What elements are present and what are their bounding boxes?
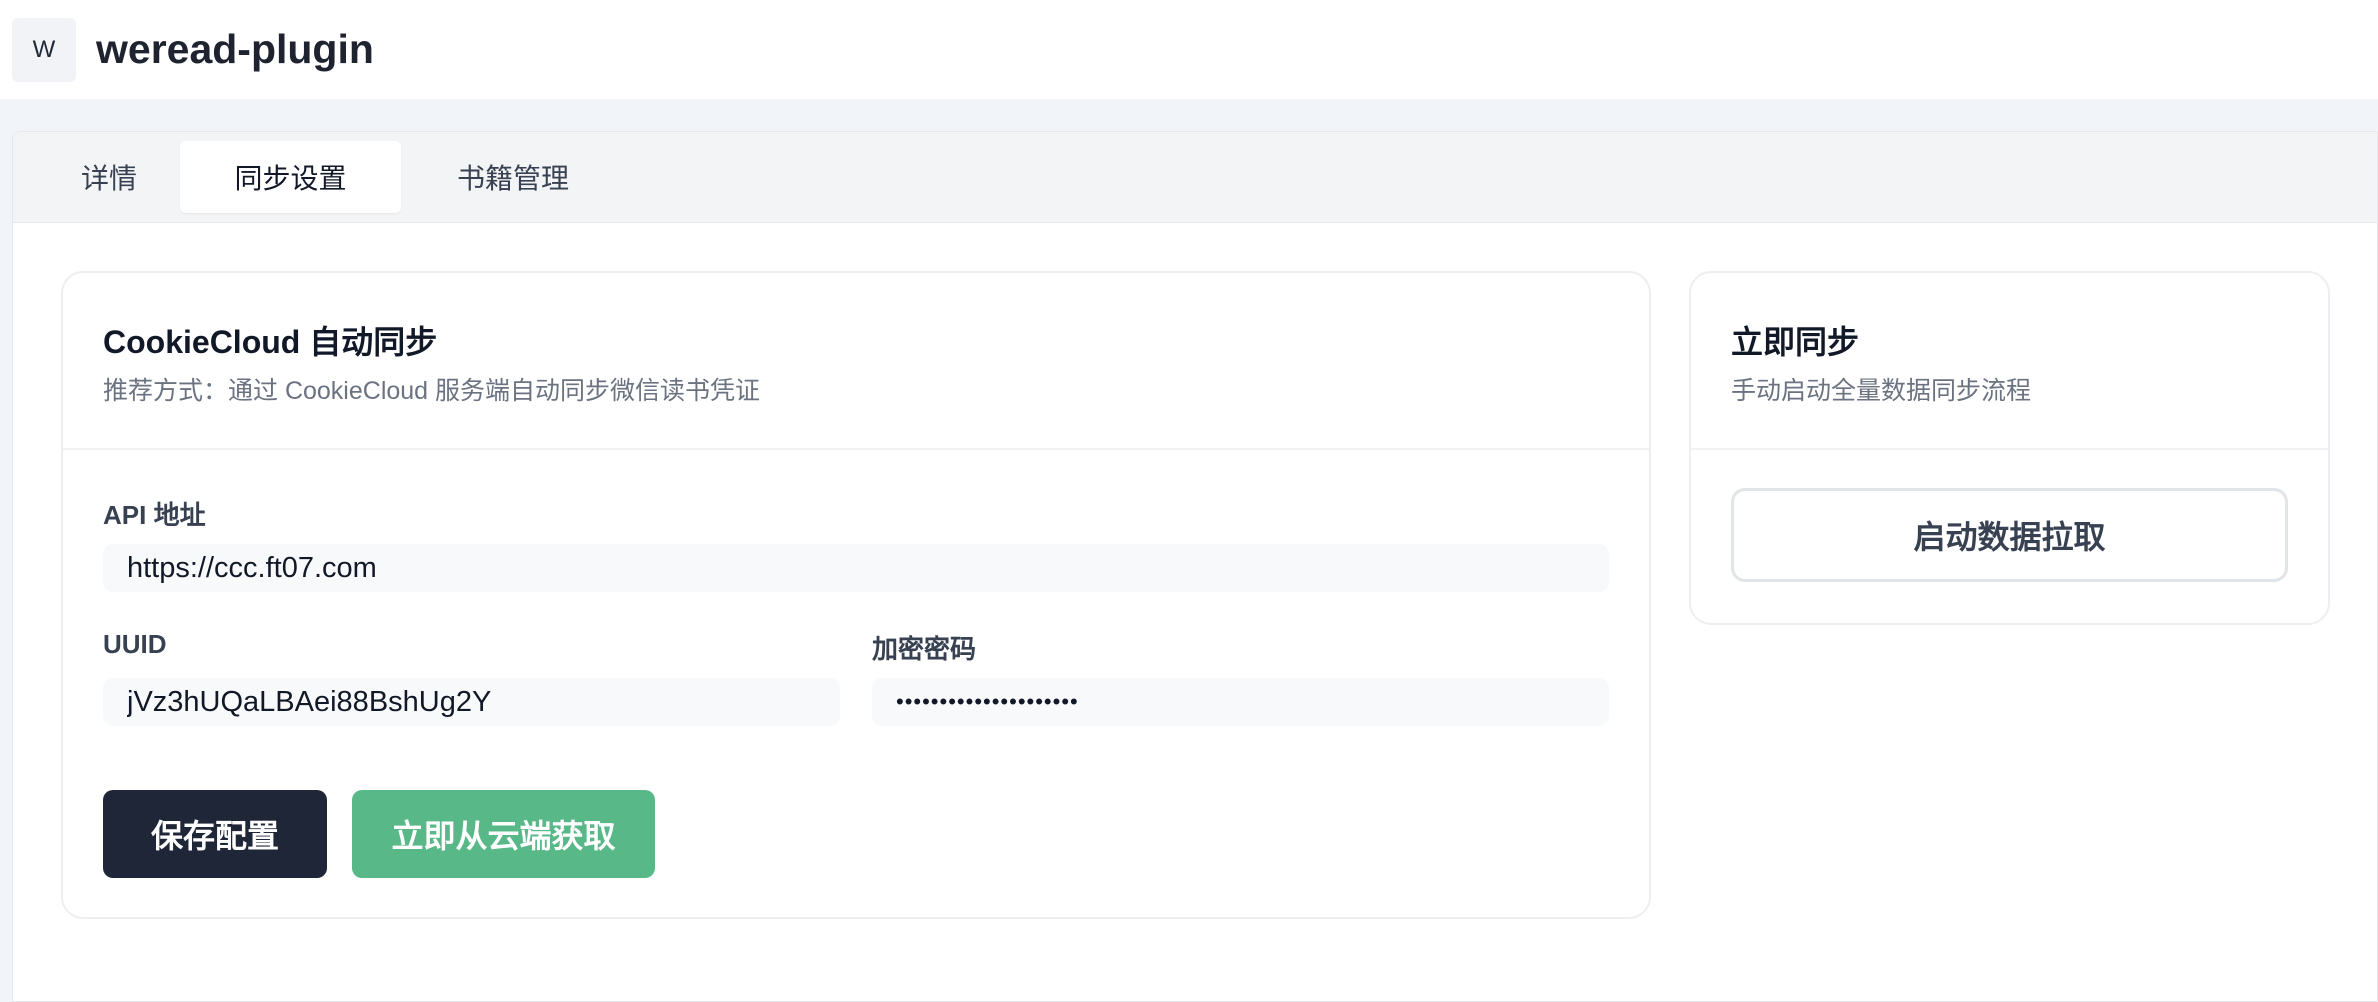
cookiecloud-title: CookieCloud 自动同步 xyxy=(103,324,438,360)
save-config-button[interactable]: 保存配置 xyxy=(103,790,327,878)
sync-now-title: 立即同步 xyxy=(1731,324,1860,360)
card-divider xyxy=(63,448,1649,450)
app-logo: W xyxy=(12,17,76,82)
encryption-password-input[interactable] xyxy=(872,678,1609,726)
cookiecloud-card: CookieCloud 自动同步 推荐方式：通过 CookieCloud 服务端… xyxy=(61,271,1651,919)
uuid-label: UUID xyxy=(103,629,167,659)
tab-sync-settings-label: 同步设置 xyxy=(234,163,347,194)
tab-sync-settings[interactable]: 同步设置 xyxy=(180,141,401,213)
api-address-input[interactable] xyxy=(103,544,1609,592)
main-panel: 详情 同步设置 书籍管理 CookieCloud 自动同步 推荐方式：通过 Co… xyxy=(12,131,2378,1002)
app-logo-letter: W xyxy=(32,35,56,63)
cookiecloud-subtitle: 推荐方式：通过 CookieCloud 服务端自动同步微信读书凭证 xyxy=(103,377,761,405)
tab-details[interactable]: 详情 xyxy=(61,141,157,213)
app-title: weread-plugin xyxy=(96,26,374,72)
tab-details-label: 详情 xyxy=(80,163,137,194)
app-header: W weread-plugin xyxy=(0,0,2378,99)
fetch-from-cloud-button[interactable]: 立即从云端获取 xyxy=(352,790,655,878)
api-address-label: API 地址 xyxy=(103,500,206,530)
tab-book-management-label: 书籍管理 xyxy=(456,163,569,194)
card-divider xyxy=(1691,448,2328,450)
uuid-input[interactable] xyxy=(103,678,840,726)
sync-now-card: 立即同步 手动启动全量数据同步流程 启动数据拉取 xyxy=(1689,271,2330,625)
tab-book-management[interactable]: 书籍管理 xyxy=(433,141,593,213)
start-data-pull-button[interactable]: 启动数据拉取 xyxy=(1731,488,2288,582)
tab-bar: 详情 同步设置 书籍管理 xyxy=(13,132,2377,223)
sync-now-subtitle: 手动启动全量数据同步流程 xyxy=(1731,377,2032,405)
encryption-password-label: 加密密码 xyxy=(872,634,977,664)
